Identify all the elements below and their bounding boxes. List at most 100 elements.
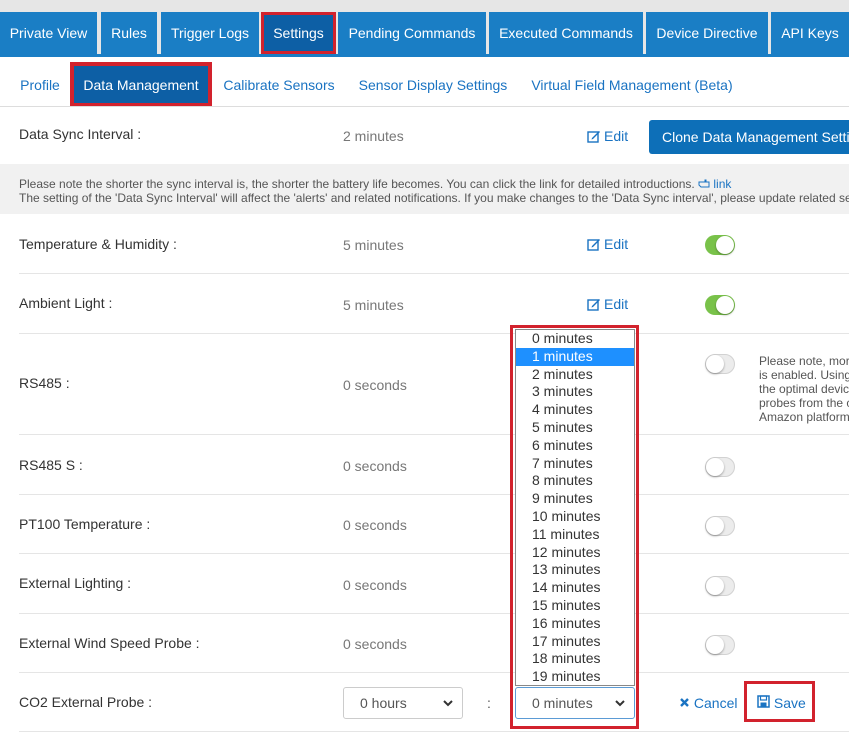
sensor-value-pt100: 0 seconds: [343, 517, 407, 533]
note-link[interactable]: link: [698, 177, 731, 191]
clone-settings-button[interactable]: Clone Data Management Settings: [649, 120, 849, 154]
sensor-label-rs485-s: RS485 S :: [19, 457, 83, 473]
sensor-label-temperature-humidity: Temperature & Humidity :: [19, 236, 177, 252]
rs485-note-line: Amazon platform: [759, 410, 849, 424]
sync-edit-link[interactable]: Edit: [587, 128, 628, 144]
rs485-note-line: the optimal devic: [759, 382, 849, 396]
tab-executed-commands[interactable]: Executed Commands: [489, 12, 643, 54]
subtab-sensor-display-settings[interactable]: Sensor Display Settings: [357, 62, 509, 107]
dropdown-option[interactable]: 2 minutes: [516, 366, 634, 384]
dropdown-option[interactable]: 6 minutes: [516, 437, 634, 455]
external-lighting-toggle[interactable]: [705, 576, 735, 596]
row-divider: [19, 613, 849, 614]
sensor-value-temperature-humidity: 5 minutes: [343, 237, 404, 253]
row-divider: [19, 333, 849, 334]
row-divider: [19, 434, 849, 435]
note-line-2: The setting of the 'Data Sync Interval' …: [19, 191, 849, 205]
dropdown-option[interactable]: 12 minutes: [516, 544, 634, 562]
note-line-1: Please note the shorter the sync interva…: [19, 177, 695, 191]
dropdown-option[interactable]: 15 minutes: [516, 597, 634, 615]
tab-trigger-logs[interactable]: Trigger Logs: [161, 12, 259, 54]
sync-note: Please note the shorter the sync interva…: [0, 164, 849, 214]
dropdown-option[interactable]: 0 minutes: [516, 330, 634, 348]
dropdown-option[interactable]: 4 minutes: [516, 401, 634, 419]
tab-device-directive[interactable]: Device Directive: [646, 12, 768, 54]
dropdown-option[interactable]: 3 minutes: [516, 383, 634, 401]
top-tab-bar: Private View Rules Trigger Logs Settings…: [0, 0, 849, 57]
dropdown-option[interactable]: 9 minutes: [516, 490, 634, 508]
tab-settings[interactable]: Settings: [261, 12, 336, 54]
edit-icon: [587, 239, 600, 251]
sensor-value-external-lighting: 0 seconds: [343, 577, 407, 593]
sensor-label-pt100: PT100 Temperature :: [19, 516, 151, 532]
cancel-button[interactable]: Cancel: [679, 695, 737, 711]
subtab-profile[interactable]: Profile: [19, 62, 61, 107]
subtab-virtual-field-management[interactable]: Virtual Field Management (Beta): [529, 62, 735, 107]
save-button[interactable]: Save: [757, 695, 806, 711]
dropdown-option[interactable]: 7 minutes: [516, 455, 634, 473]
subtab-calibrate-sensors[interactable]: Calibrate Sensors: [221, 62, 337, 107]
tab-private-view[interactable]: Private View: [0, 12, 97, 54]
hours-select-value: 0 hours: [360, 695, 407, 711]
close-icon: [680, 698, 689, 707]
dropdown-option[interactable]: 19 minutes: [516, 668, 634, 685]
tab-pending-commands[interactable]: Pending Commands: [338, 12, 486, 54]
tab-api-keys[interactable]: API Keys: [771, 12, 849, 54]
floppy-icon: [757, 695, 770, 708]
edit-icon: [587, 299, 600, 311]
edit-label: Edit: [604, 236, 629, 252]
chevron-down-icon: [443, 700, 453, 707]
save-label: Save: [773, 695, 806, 711]
sensor-label-wind-speed: External Wind Speed Probe :: [19, 635, 200, 651]
sync-interval-value: 2 minutes: [343, 128, 404, 144]
note-link-label: link: [713, 177, 732, 191]
rs485-note-line: Please note, mor: [759, 354, 849, 368]
time-colon: :: [487, 695, 491, 711]
wind-speed-toggle[interactable]: [705, 635, 735, 655]
edit-label: Edit: [604, 296, 629, 312]
subtab-data-management[interactable]: Data Management: [70, 62, 212, 107]
ambient-toggle[interactable]: [705, 295, 735, 315]
sensor-value-ambient-light: 5 minutes: [343, 297, 404, 313]
temperature-toggle[interactable]: [705, 235, 735, 255]
dropdown-option[interactable]: 8 minutes: [516, 472, 634, 490]
rs485-toggle[interactable]: [705, 354, 735, 374]
rs485-note-line: is enabled. Using: [759, 368, 849, 382]
dropdown-option[interactable]: 17 minutes: [516, 633, 634, 651]
sensor-value-rs485: 0 seconds: [343, 377, 407, 393]
rs485-s-toggle[interactable]: [705, 457, 735, 477]
sensor-value-wind-speed: 0 seconds: [343, 636, 407, 652]
dropdown-option[interactable]: 14 minutes: [516, 579, 634, 597]
row-divider: [19, 273, 849, 274]
row-divider: [19, 494, 849, 495]
rs485-note-line: probes from the c: [759, 396, 849, 410]
row-divider: [19, 731, 849, 732]
sensor-label-external-lighting: External Lighting :: [19, 575, 132, 591]
edit-icon: [587, 131, 600, 143]
dropdown-option[interactable]: 18 minutes: [516, 650, 634, 668]
dropdown-option[interactable]: 13 minutes: [516, 561, 634, 579]
row-divider: [19, 553, 849, 554]
dropdown-option[interactable]: 5 minutes: [516, 419, 634, 437]
hours-select[interactable]: 0 hours: [343, 687, 463, 719]
cancel-label: Cancel: [693, 695, 738, 711]
ambient-edit-link[interactable]: Edit: [587, 296, 628, 312]
dropdown-option[interactable]: 16 minutes: [516, 615, 634, 633]
minutes-dropdown-list: 0 minutes 1 minutes 2 minutes 3 minutes 4 mi…: [515, 329, 635, 686]
dropdown-option[interactable]: 11 minutes: [516, 526, 634, 544]
dropdown-option[interactable]: 10 minutes: [516, 508, 634, 526]
sensor-label-rs485: RS485 :: [19, 375, 70, 391]
sync-interval-label: Data Sync Interval :: [19, 126, 142, 142]
sensor-label-ambient-light: Ambient Light :: [19, 295, 113, 311]
tab-underline: [0, 54, 849, 57]
sensor-label-co2: CO2 External Probe :: [19, 694, 153, 710]
temperature-edit-link[interactable]: Edit: [587, 236, 628, 252]
dropdown-option[interactable]: 1 minutes: [516, 347, 634, 366]
tab-rules[interactable]: Rules: [101, 12, 157, 54]
sensor-value-rs485-s: 0 seconds: [343, 458, 407, 474]
hand-pointer-icon: [698, 179, 710, 188]
edit-label: Edit: [604, 128, 629, 144]
pt100-toggle[interactable]: [705, 516, 735, 536]
row-divider: [19, 672, 849, 673]
subtab-divider: [0, 106, 849, 107]
